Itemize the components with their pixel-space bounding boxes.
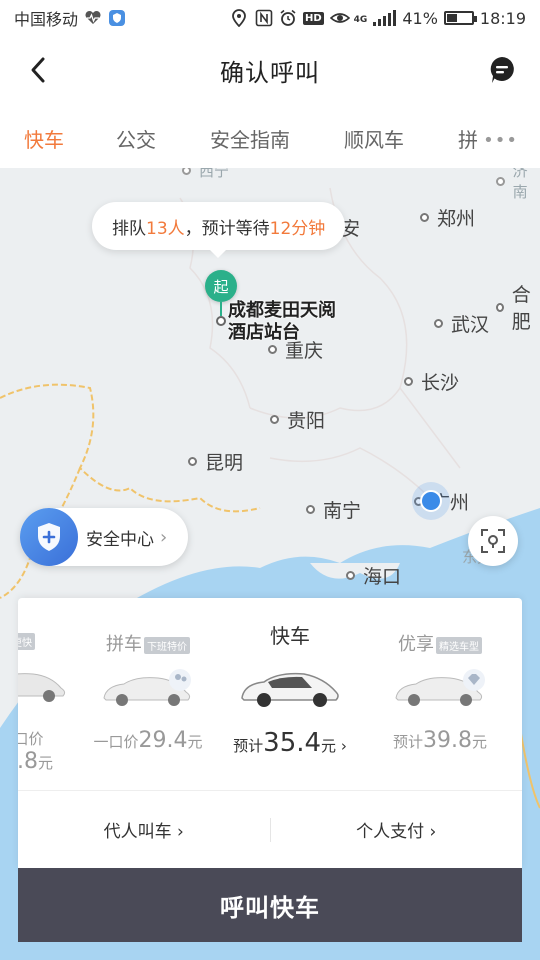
premium-car-icon	[390, 666, 490, 714]
ride-option-kuaiche[interactable]: 快车 预计35.4元 ›	[218, 598, 362, 788]
shield-plus-icon	[20, 508, 78, 566]
current-location-icon	[420, 490, 442, 512]
queue-minutes: 12分钟	[269, 218, 326, 239]
ride-option-tag: 下班特价	[144, 636, 190, 654]
ride-option-tag: 精选车型	[436, 636, 482, 654]
safety-center-button[interactable]: 安全中心 ›	[20, 508, 188, 566]
page-title: 确认呼叫	[220, 58, 320, 87]
ride-option-pinche[interactable]: 拼车 下班特价 一口价29.4元	[78, 598, 218, 788]
queue-mid: ，预计等待	[184, 218, 270, 239]
signal-icon	[373, 10, 397, 26]
ride-option-name: 更快	[18, 630, 86, 651]
ride-option-partial[interactable]: 更快 一口价29.8元	[18, 598, 86, 788]
city-wuhan: 武汉	[434, 310, 489, 337]
ride-option-name: 拼车 下班特价	[78, 630, 218, 656]
start-marker-base	[216, 316, 226, 326]
start-marker-icon[interactable]: 起	[205, 270, 237, 302]
ride-option-tag: 更快	[18, 632, 35, 650]
tab-kuaiche[interactable]: 快车	[24, 124, 64, 153]
queue-people: 13人	[146, 218, 185, 239]
locate-button[interactable]	[468, 516, 518, 566]
safety-center-label: 安全中心	[86, 529, 154, 550]
city-xining: 西宁	[182, 168, 229, 181]
tab-bus[interactable]: 公交	[116, 124, 156, 153]
back-button[interactable]	[22, 54, 54, 86]
message-icon	[490, 57, 514, 83]
ride-option-price: 预计35.4元 ›	[233, 728, 347, 758]
clock: 18:19	[479, 8, 526, 28]
header: 确认呼叫	[0, 36, 540, 104]
payment-method-button[interactable]: 个人支付 ›	[271, 817, 523, 842]
city-zhengzhou: 郑州	[420, 204, 475, 231]
shield-app-icon	[108, 9, 126, 27]
start-location-label: 成都麦田天阅酒店站台	[228, 300, 336, 343]
message-button[interactable]	[486, 54, 518, 86]
ride-option-name: 优享 精选车型	[370, 630, 510, 656]
more-tabs-button[interactable]: •••	[483, 130, 518, 151]
city-guiyang: 贵阳	[270, 406, 325, 433]
ride-option-price: 一口价29.4元	[93, 728, 203, 753]
call-ride-button[interactable]: 呼叫快车	[18, 868, 522, 942]
city-jinan: 济南	[496, 168, 540, 202]
tab-carpool[interactable]: 拼	[458, 124, 478, 153]
city-hefei: 合肥	[496, 280, 540, 334]
tab-safety-guide[interactable]: 安全指南	[210, 124, 290, 153]
chevron-right-icon: ›	[177, 822, 184, 842]
service-tabs: 快车 公交 安全指南 顺风车 拼 •••	[0, 104, 540, 168]
ride-option-price: 一口价29.8元	[18, 730, 53, 774]
ride-option-youxiang[interactable]: 优享 精选车型 预计39.8元	[370, 598, 510, 788]
ride-option-name: 快车	[270, 624, 310, 648]
chevron-right-icon: ›	[340, 737, 347, 755]
chevron-left-icon	[31, 57, 45, 83]
location-icon	[231, 9, 249, 28]
city-nanning: 南宁	[306, 496, 361, 523]
queue-prefix: 排队	[112, 218, 146, 239]
battery-icon	[443, 11, 477, 25]
carpool-car-icon	[98, 666, 198, 714]
city-changsha: 长沙	[404, 368, 459, 395]
car-icon	[18, 666, 71, 710]
locate-scan-icon	[481, 529, 505, 553]
city-kunming: 昆明	[188, 448, 243, 475]
heart-rate-icon	[84, 9, 102, 27]
hd-icon: HD	[303, 11, 324, 25]
carrier-label: 中国移动	[14, 10, 79, 29]
nfc-icon	[255, 9, 273, 27]
chevron-right-icon: ›	[160, 526, 168, 548]
start-marker-stem	[220, 302, 222, 316]
battery-percent: 41%	[402, 8, 438, 28]
ride-options-card: 更快 一口价29.8元 拼车下班特价 一口价29.4元 快车 预计35.4元 ›…	[18, 598, 522, 868]
alarm-icon	[279, 9, 297, 27]
tab-hitch[interactable]: 顺风车	[344, 124, 404, 153]
card-actions: 代人叫车 › 个人支付 ›	[18, 791, 522, 868]
queue-wait-bubble: 排队 13人 ，预计等待 12分钟	[92, 202, 346, 258]
ride-option-price: 预计39.8元	[392, 728, 487, 753]
car-icon	[238, 666, 342, 714]
proxy-call-button[interactable]: 代人叫车 ›	[18, 817, 270, 842]
city-haikou: 海口	[346, 562, 401, 589]
eye-icon	[329, 9, 350, 27]
status-bar: 中国移动 HD 4G 41% 18:19	[0, 0, 540, 36]
network-type-label: 4G	[353, 14, 368, 25]
chevron-right-icon: ›	[429, 822, 437, 842]
